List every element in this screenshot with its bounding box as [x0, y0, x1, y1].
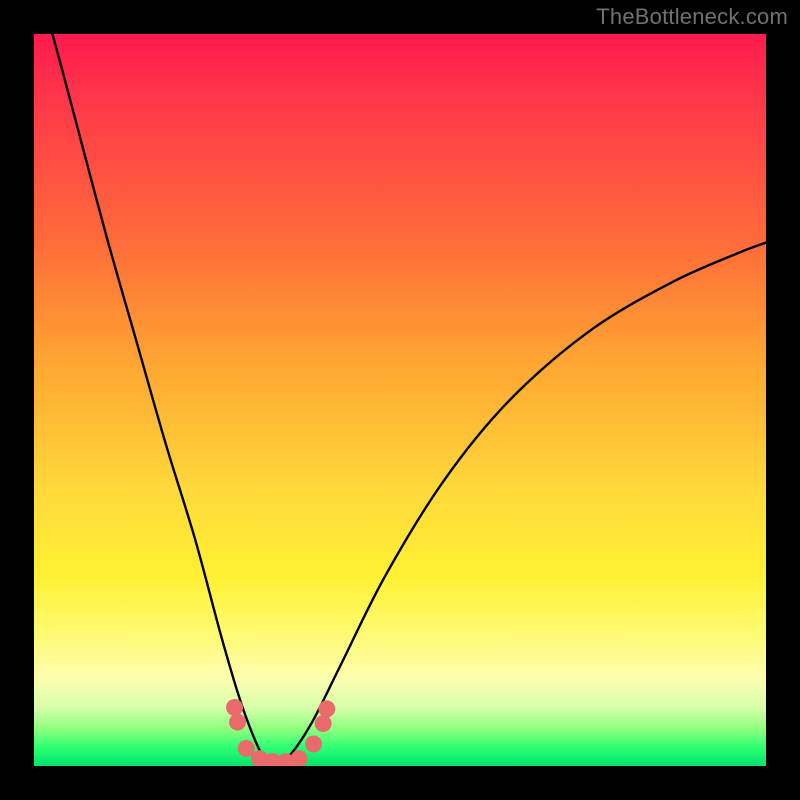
plot-area [34, 34, 766, 766]
data-marker [315, 715, 332, 732]
chart-markers [226, 699, 335, 766]
watermark-text: TheBottleneck.com [596, 4, 788, 30]
data-marker [229, 714, 246, 731]
data-marker [318, 700, 335, 717]
data-marker [305, 736, 322, 753]
curve-left-branch [38, 34, 276, 766]
data-marker [226, 699, 243, 716]
curve-right-branch [276, 243, 766, 766]
chart-frame: TheBottleneck.com [0, 0, 800, 800]
chart-svg [34, 34, 766, 766]
